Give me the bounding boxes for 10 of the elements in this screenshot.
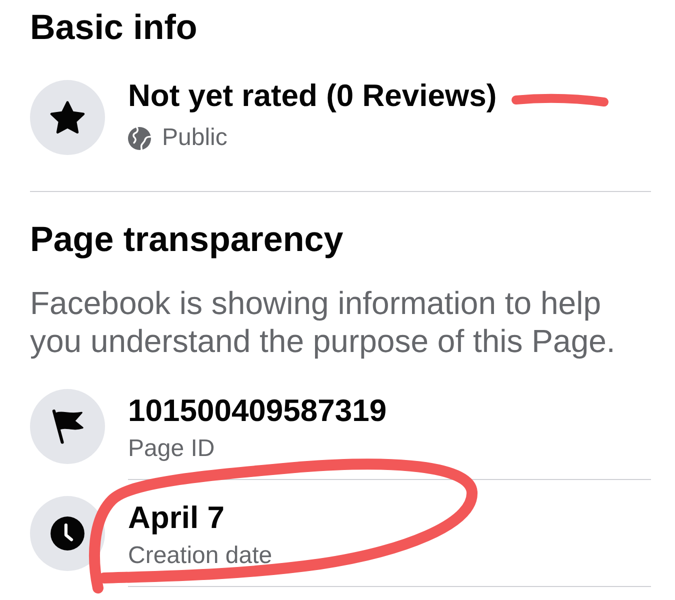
item-subtitle: Creation date xyxy=(128,541,272,571)
item-title: 101500409587319 xyxy=(128,392,387,430)
item-title: April 7 xyxy=(128,499,224,537)
section-description: Facebook is showing information to help you understand the purpose of this Page. xyxy=(30,284,616,360)
item-subtitle: Public xyxy=(162,123,228,153)
item-subtitle: Page ID xyxy=(128,434,215,464)
globe-icon xyxy=(128,126,151,150)
section-heading: Page transparency xyxy=(30,219,344,261)
item-title: Not yet rated (0 Reviews) xyxy=(128,77,497,115)
section-heading: Basic info xyxy=(30,7,198,49)
